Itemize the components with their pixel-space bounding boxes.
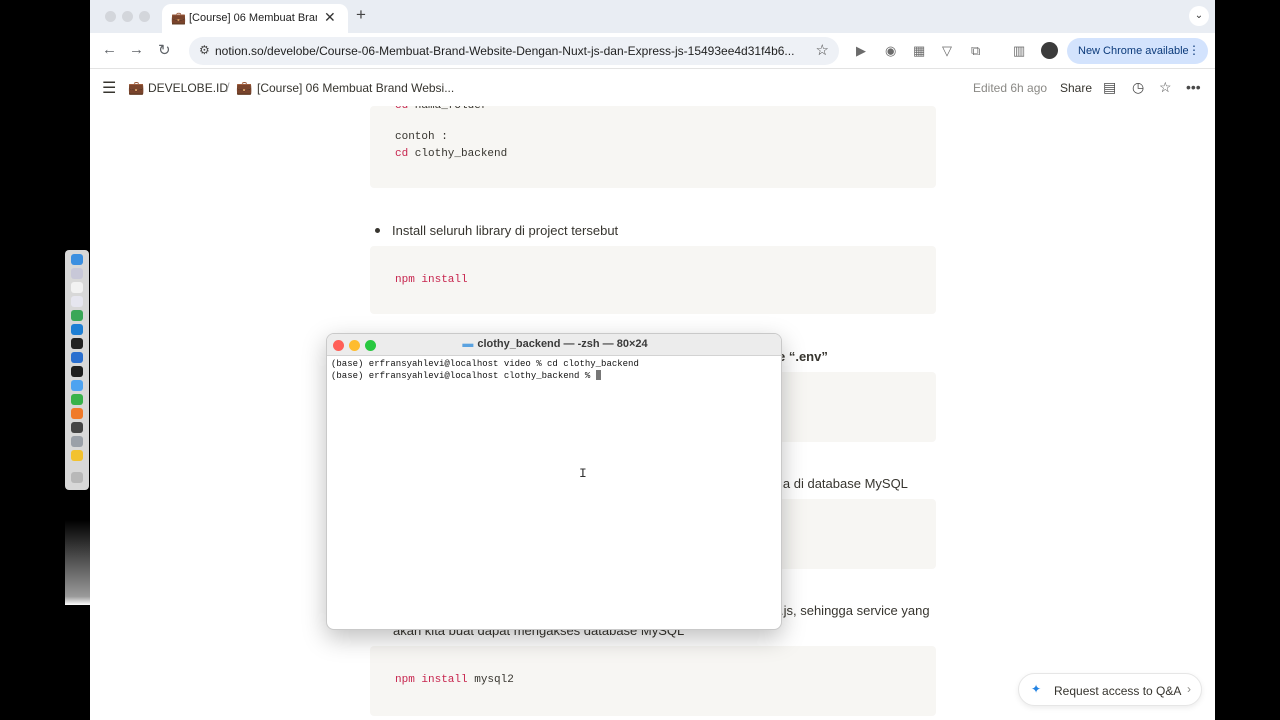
cast-icon[interactable]: ▶ <box>856 43 866 59</box>
update-chrome-button[interactable]: New Chrome available ⋮ <box>1067 38 1208 64</box>
comment-icon[interactable]: ▤ <box>1103 79 1116 96</box>
app-dark-icon[interactable] <box>71 422 83 433</box>
window-close-button[interactable] <box>105 11 116 22</box>
screen: 💼 [Course] 06 Membuat Brand ✕ + ⌄ ← → ↻ … <box>0 0 1280 720</box>
qa-label: Request access to Q&A <box>1054 684 1182 698</box>
window-minimize-button[interactable] <box>122 11 133 22</box>
extension-v-icon[interactable]: ▽ <box>942 43 952 59</box>
menu-icon[interactable]: ☰ <box>102 78 116 98</box>
tab-search-button[interactable]: ⌄ <box>1189 6 1209 26</box>
more-vertical-icon[interactable]: ⋮ <box>1188 43 1200 57</box>
briefcase-icon: 💼 <box>128 80 145 95</box>
code-block-npm-install[interactable]: npm install <box>370 246 936 314</box>
history-clock-icon[interactable]: ◷ <box>1132 79 1144 96</box>
code-line: cd clothy_backend <box>395 148 508 160</box>
browser-toolbar: ← → ↻ ⚙ notion.so/develobe/Course-06-Mem… <box>90 33 1215 69</box>
edited-timestamp: Edited 6h ago <box>973 81 1048 95</box>
terminal-window[interactable]: ▬ clothy_backend — -zsh — 80×24 (base) er… <box>326 333 782 630</box>
forward-arrow-icon[interactable]: → <box>129 41 144 58</box>
maps-icon[interactable] <box>71 380 83 391</box>
bullet-item: Install seluruh library di project terse… <box>375 223 618 238</box>
terminal-prompt-line[interactable]: (base) erfransyahlevi@localhost clothy_b… <box>331 370 601 381</box>
code-line: npm install <box>395 274 468 286</box>
text-cursor-icon: I <box>579 466 587 481</box>
macos-dock <box>65 250 89 490</box>
address-bar[interactable]: ⚙ notion.so/develobe/Course-06-Membuat-B… <box>189 37 839 65</box>
app-yellow-icon[interactable] <box>71 450 83 461</box>
code-block-mysql2[interactable]: npm install mysql2 <box>370 646 936 716</box>
terminal-line: (base) erfransyahlevi@localhost video % … <box>331 359 639 369</box>
text-fragment-env: e “.env” <box>778 349 828 364</box>
breadcrumb-separator: / <box>226 80 230 95</box>
tab-close-icon[interactable]: ✕ <box>324 9 336 26</box>
more-horizontal-icon[interactable]: ••• <box>1186 79 1201 95</box>
figma-icon[interactable] <box>71 366 83 377</box>
site-info-icon[interactable]: ⚙ <box>199 43 210 57</box>
update-label: New Chrome available <box>1078 45 1189 57</box>
photos-icon[interactable] <box>71 296 83 307</box>
qr-code-icon[interactable]: ▦ <box>913 43 925 59</box>
reload-icon[interactable]: ↻ <box>158 41 171 59</box>
app-orange-icon[interactable] <box>71 408 83 419</box>
camera-icon[interactable]: ◉ <box>885 43 896 59</box>
bookmark-star-icon[interactable]: ☆ <box>816 41 829 59</box>
code-line: npm install mysql2 <box>395 674 514 686</box>
url-text[interactable]: notion.so/develobe/Course-06-Membuat-Bra… <box>215 44 805 58</box>
app-green-icon[interactable] <box>71 394 83 405</box>
code-line: contoh : <box>395 131 448 143</box>
desktop-edge <box>65 520 90 605</box>
tab-title: [Course] 06 Membuat Brand <box>189 12 317 24</box>
profile-avatar[interactable] <box>1041 42 1058 59</box>
favorite-star-icon[interactable]: ☆ <box>1159 79 1172 96</box>
chevron-right-icon: › <box>1187 682 1191 696</box>
puzzle-icon[interactable]: ⧉ <box>971 43 980 59</box>
chrome-icon[interactable] <box>71 310 83 321</box>
notes-icon[interactable] <box>71 282 83 293</box>
code-block-cd[interactable]: cd nama_folder contoh : cd clothy_backen… <box>370 106 936 188</box>
side-panel-icon[interactable]: ▥ <box>1013 43 1025 59</box>
share-button[interactable]: Share <box>1060 81 1092 95</box>
finder-icon[interactable] <box>71 254 83 265</box>
breadcrumb-page[interactable]: [Course] 06 Membuat Brand Websi... <box>257 81 454 95</box>
request-qa-button[interactable]: ✦ Request access to Q&A › <box>1018 673 1202 706</box>
settings-icon[interactable] <box>71 436 83 447</box>
terminal-titlebar[interactable]: ▬ clothy_backend — -zsh — 80×24 <box>327 334 781 356</box>
notion-topbar: ☰ 💼 DEVELOBE.ID / 💼 [Course] 06 Membuat … <box>90 70 1215 106</box>
back-arrow-icon[interactable]: ← <box>102 41 117 58</box>
terminal-cursor <box>595 370 601 380</box>
sparkle-icon: ✦ <box>1031 682 1042 696</box>
launchpad-icon[interactable] <box>71 268 83 279</box>
tab-bar: 💼 [Course] 06 Membuat Brand ✕ + ⌄ <box>90 0 1215 33</box>
folder-icon: ▬ <box>462 338 474 350</box>
window-zoom-button[interactable] <box>139 11 150 22</box>
terminal-icon[interactable] <box>71 338 83 349</box>
new-tab-button[interactable]: + <box>356 5 366 25</box>
trash-icon[interactable] <box>71 472 83 483</box>
text-fragment-service: .js, sehingga service yang <box>780 603 930 618</box>
bullet-dot-icon <box>375 228 380 233</box>
app-blue-icon[interactable] <box>71 352 83 363</box>
terminal-title: ▬ clothy_backend — -zsh — 80×24 <box>462 338 648 350</box>
text-fragment-mysql: ia di database MySQL <box>780 476 908 491</box>
vscode-icon[interactable] <box>71 324 83 335</box>
briefcase-icon: 💼 <box>236 80 253 95</box>
code-line: cd nama_folder <box>395 106 488 112</box>
briefcase-icon: 💼 <box>171 11 186 25</box>
browser-tab[interactable]: 💼 [Course] 06 Membuat Brand ✕ <box>162 4 348 33</box>
breadcrumb-workspace[interactable]: DEVELOBE.ID <box>148 81 228 95</box>
